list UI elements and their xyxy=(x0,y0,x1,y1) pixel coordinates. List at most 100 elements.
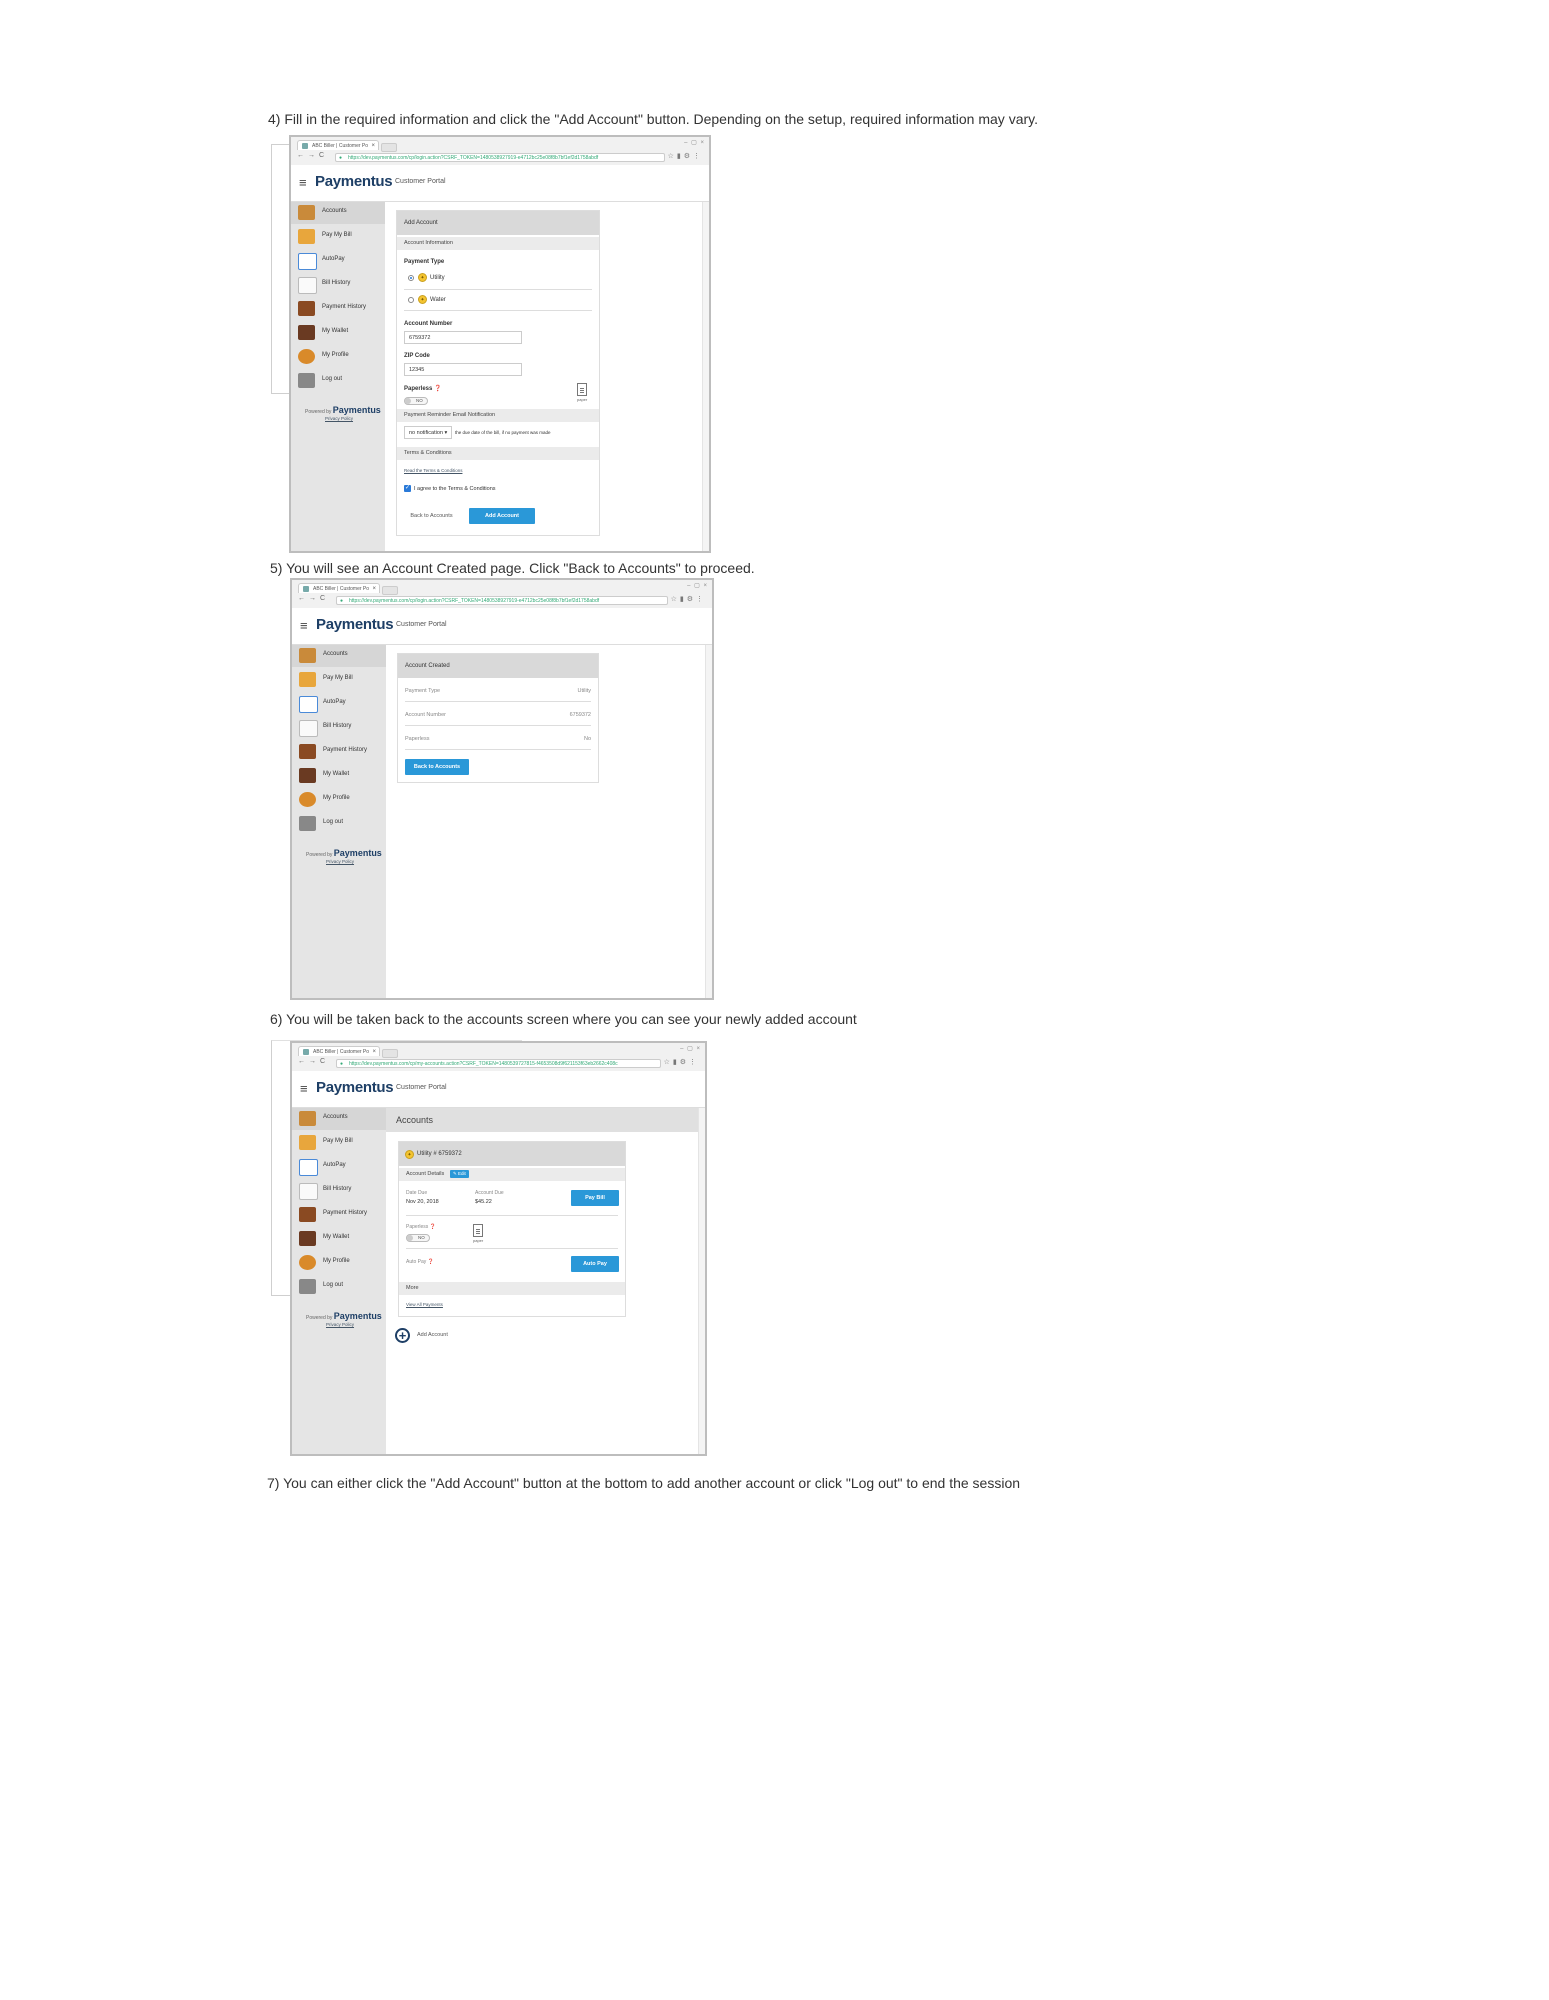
sidebar-item-log-out[interactable]: Log out xyxy=(291,370,385,392)
close-icon[interactable]: × xyxy=(372,584,376,594)
scrollbar[interactable] xyxy=(702,202,709,551)
paperless-toggle[interactable]: NO xyxy=(404,397,428,405)
sidebar-item-my-wallet[interactable]: My Wallet xyxy=(291,322,385,344)
privacy-policy-link[interactable]: Privacy Policy xyxy=(325,416,353,421)
hamburger-menu-icon[interactable]: ≡ xyxy=(300,1082,308,1095)
step-6-instruction: 6) You will be taken back to the account… xyxy=(270,1011,857,1027)
back-arrow-icon[interactable]: ← xyxy=(297,152,304,159)
reload-icon[interactable]: C xyxy=(320,595,325,602)
toggle-knob xyxy=(407,1235,413,1241)
browser-chrome: ABC Biller | Customer Po × – ▢ × ← → C ● h… xyxy=(292,580,712,609)
extension-icons[interactable]: ☆▮⚙⋮ xyxy=(671,595,706,603)
sidebar-item-payment-history[interactable]: Payment History xyxy=(291,298,385,320)
sidebar-item-my-wallet[interactable]: My Wallet xyxy=(292,765,386,787)
sidebar-item-my-wallet[interactable]: My Wallet xyxy=(292,1228,386,1250)
paperless-label: Paperless ❓ xyxy=(406,1224,436,1230)
address-bar[interactable]: ● https://dev.paymentus.com/cp/login.acti… xyxy=(336,596,668,605)
radio-water[interactable] xyxy=(408,297,414,303)
zip-code-input[interactable]: 12345 xyxy=(404,363,522,376)
account-card: Utility # 6759372 ✦ Account Details ✎ Ed… xyxy=(398,1141,626,1317)
browser-tab[interactable]: ABC Biller | Customer Po × xyxy=(297,140,379,150)
browser-tab[interactable]: ABC Biller | Customer Po × xyxy=(298,1046,380,1056)
scrollbar[interactable] xyxy=(705,645,712,998)
address-bar[interactable]: ● https://dev.paymentus.com/cp/login.acti… xyxy=(335,153,665,162)
sidebar-item-autopay[interactable]: AutoPay xyxy=(291,250,385,272)
paper-document-icon xyxy=(577,383,587,396)
sidebar-item-autopay[interactable]: AutoPay xyxy=(292,1156,386,1178)
extension-icons[interactable]: ☆▮⚙⋮ xyxy=(668,152,703,160)
autopay-label: Auto Pay ❓ xyxy=(406,1259,434,1265)
amount-due-value: $45.22 xyxy=(475,1199,492,1205)
sidebar-item-log-out[interactable]: Log out xyxy=(292,1276,386,1298)
window-controls[interactable]: – ▢ × xyxy=(687,582,708,589)
calendar-icon xyxy=(299,1159,318,1176)
sidebar-item-my-profile[interactable]: My Profile xyxy=(292,1252,386,1274)
sidebar-item-payment-history[interactable]: Payment History xyxy=(292,741,386,763)
account-number-input[interactable]: 6759372 xyxy=(404,331,522,344)
window-controls[interactable]: – ▢ × xyxy=(684,139,705,146)
back-arrow-icon[interactable]: ← xyxy=(298,595,305,602)
read-terms-link[interactable]: Read the Terms & Conditions xyxy=(404,468,462,473)
privacy-policy-link[interactable]: Privacy Policy xyxy=(326,859,354,864)
sidebar-item-my-profile[interactable]: My Profile xyxy=(292,789,386,811)
sidebar-item-autopay[interactable]: AutoPay xyxy=(292,693,386,715)
accounts-icon xyxy=(298,205,315,220)
add-account-button[interactable]: Add Account xyxy=(469,508,535,524)
reload-icon[interactable]: C xyxy=(320,1058,325,1065)
sidebar-item-bill-history[interactable]: Bill History xyxy=(292,1180,386,1202)
auto-pay-button[interactable]: Auto Pay xyxy=(571,1256,619,1272)
scrollbar[interactable] xyxy=(698,1108,705,1454)
sidebar-item-accounts[interactable]: Accounts xyxy=(292,1108,386,1130)
payment-history-icon xyxy=(299,1207,316,1222)
sidebar-item-pay-my-bill[interactable]: Pay My Bill xyxy=(292,1132,386,1154)
browser-tab[interactable]: ABC Biller | Customer Po × xyxy=(298,583,380,593)
reload-icon[interactable]: C xyxy=(319,152,324,159)
sidebar-item-pay-my-bill[interactable]: Pay My Bill xyxy=(291,226,385,248)
help-icon[interactable]: ❓ xyxy=(428,1259,434,1265)
section-account-information: Account Information xyxy=(397,237,599,250)
pay-bill-icon xyxy=(298,229,315,244)
sidebar-item-accounts[interactable]: Accounts xyxy=(291,202,385,224)
add-account-plus-icon[interactable]: + xyxy=(395,1328,410,1343)
agree-checkbox[interactable]: ✓ xyxy=(404,485,411,492)
hamburger-menu-icon[interactable]: ≡ xyxy=(300,619,308,632)
sidebar-item-my-profile[interactable]: My Profile xyxy=(291,346,385,368)
sidebar-item-accounts[interactable]: Accounts xyxy=(292,645,386,667)
forward-arrow-icon[interactable]: → xyxy=(308,152,315,159)
powered-by: Powered by Paymentus xyxy=(305,405,381,415)
sidebar-item-log-out[interactable]: Log out xyxy=(292,813,386,835)
window-controls[interactable]: – ▢ × xyxy=(680,1045,701,1052)
sidebar-item-payment-history[interactable]: Payment History xyxy=(292,1204,386,1226)
view-all-payments-link[interactable]: View All Payments xyxy=(406,1302,443,1307)
edit-button[interactable]: ✎ Edit xyxy=(450,1170,469,1178)
sidebar-item-bill-history[interactable]: Bill History xyxy=(292,717,386,739)
lock-icon: ● xyxy=(340,1061,344,1067)
paperless-toggle[interactable]: NO xyxy=(406,1234,430,1242)
add-account-link[interactable]: Add Account xyxy=(417,1332,448,1338)
forward-arrow-icon[interactable]: → xyxy=(309,1058,316,1065)
privacy-policy-link[interactable]: Privacy Policy xyxy=(326,1322,354,1327)
paper-label: paper xyxy=(577,397,588,402)
forward-arrow-icon[interactable]: → xyxy=(309,595,316,602)
divider xyxy=(404,289,592,290)
reminder-select[interactable]: no notification ▾ xyxy=(404,426,452,439)
lightbulb-icon: ✦ xyxy=(405,1150,414,1159)
hamburger-menu-icon[interactable]: ≡ xyxy=(299,176,307,189)
back-to-accounts-button[interactable]: Back to Accounts xyxy=(404,508,459,524)
agree-label: I agree to the Terms & Conditions xyxy=(414,486,496,492)
pay-bill-icon xyxy=(299,1135,316,1150)
favicon-icon xyxy=(302,143,308,149)
help-icon[interactable]: ❓ xyxy=(434,386,441,392)
extension-icons[interactable]: ☆▮⚙⋮ xyxy=(664,1058,699,1066)
help-icon[interactable]: ❓ xyxy=(430,1224,436,1230)
close-icon[interactable]: × xyxy=(372,1047,376,1057)
back-arrow-icon[interactable]: ← xyxy=(298,1058,305,1065)
back-to-accounts-button[interactable]: Back to Accounts xyxy=(405,759,469,775)
pay-bill-button[interactable]: Pay Bill xyxy=(571,1190,619,1206)
sidebar-item-bill-history[interactable]: Bill History xyxy=(291,274,385,296)
radio-utility[interactable] xyxy=(408,275,414,281)
sidebar-item-pay-my-bill[interactable]: Pay My Bill xyxy=(292,669,386,691)
paymentus-logo: Paymentus xyxy=(316,616,394,633)
close-icon[interactable]: × xyxy=(371,141,375,151)
address-bar[interactable]: ● https://dev.paymentus.com/cp/my-account… xyxy=(336,1059,661,1068)
